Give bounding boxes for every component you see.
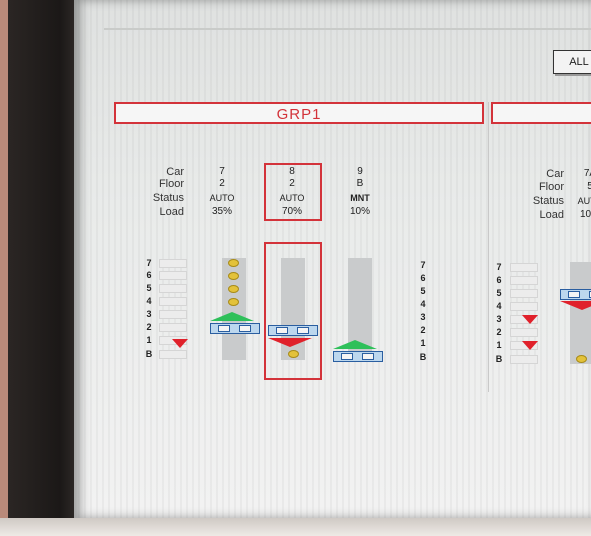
label-floor: Floor <box>158 178 184 190</box>
car-call-indicator <box>228 259 239 267</box>
floor-label: B <box>145 349 153 359</box>
label-load: Load <box>159 206 184 218</box>
elevator-monitor-screen: ALL GRP1 Car Floor Status Load 7 2 AUTO … <box>74 0 591 518</box>
floor-label: 6 <box>496 275 502 285</box>
floor-label: B <box>495 354 503 364</box>
floor-label: 1 <box>146 335 152 345</box>
label-car: Car <box>166 166 184 178</box>
group-divider <box>488 102 489 392</box>
car-8-status: AUTO <box>279 193 305 203</box>
floor-label: 2 <box>146 322 152 332</box>
car-call-indicator <box>228 272 239 280</box>
floor-label: 7 <box>146 258 152 268</box>
group-header-next[interactable] <box>491 102 591 124</box>
car-7-floor: 2 <box>219 178 225 189</box>
elevator-car-7[interactable] <box>210 323 260 334</box>
floor-label: 1 <box>420 338 426 348</box>
elevator-car-7a[interactable] <box>560 289 591 300</box>
car-7-status: AUTO <box>209 193 235 203</box>
top-divider <box>104 28 591 30</box>
all-button[interactable]: ALL <box>553 50 591 74</box>
group-header-grp1[interactable]: GRP1 <box>114 102 484 124</box>
floor-label: 5 <box>146 283 152 293</box>
car-7-load: 35% <box>211 206 232 217</box>
right-car-floor: 5 <box>587 181 591 192</box>
down-direction-arrow <box>268 338 312 347</box>
car-8-id: 8 <box>289 166 295 177</box>
right-car-status: AUTO <box>577 196 591 206</box>
right-car-load: 10% <box>579 209 591 220</box>
floor-label: 5 <box>496 288 502 298</box>
hall-call-down-arrow <box>522 315 538 324</box>
up-direction-arrow <box>333 340 377 349</box>
car-9-id: 9 <box>357 166 363 177</box>
car-8-load: 70% <box>281 206 302 217</box>
floor-label: 4 <box>496 301 502 311</box>
floor-label: B <box>419 352 427 362</box>
monitor-bottom-frame <box>0 518 591 536</box>
hall-call-down-arrow <box>172 339 188 348</box>
floor-label: 5 <box>420 286 426 296</box>
floor-label: 2 <box>496 327 502 337</box>
floor-label: 3 <box>420 312 426 322</box>
group-label: GRP1 <box>276 106 322 123</box>
down-direction-arrow <box>560 301 591 310</box>
hall-call-down-arrow <box>522 341 538 350</box>
floor-label: 4 <box>420 299 426 309</box>
car-8-floor: 2 <box>289 178 295 189</box>
floor-label: 4 <box>146 296 152 306</box>
car-call-indicator <box>288 350 299 358</box>
car-call-indicator <box>228 285 239 293</box>
elevator-car-9[interactable] <box>333 351 383 362</box>
shaft-car-7a <box>570 262 591 364</box>
car-7-id: 7 <box>219 166 225 177</box>
floor-label: 2 <box>420 325 426 335</box>
car-call-indicator <box>228 298 239 306</box>
label-status: Status <box>152 192 184 204</box>
car-9-status: MNT <box>350 193 370 203</box>
floor-label: 6 <box>146 270 152 280</box>
car-call-indicator <box>576 355 587 363</box>
floor-label: 3 <box>146 309 152 319</box>
floor-label: 7 <box>420 260 426 270</box>
car-9-floor: B <box>356 178 364 189</box>
floor-label: 1 <box>496 340 502 350</box>
floor-label: 7 <box>496 262 502 272</box>
right-car-id: 7A <box>583 168 591 179</box>
up-direction-arrow <box>210 312 254 321</box>
car-9-load: 10% <box>349 206 370 217</box>
elevator-car-8[interactable] <box>268 325 318 336</box>
floor-label: 3 <box>496 314 502 324</box>
floor-label: 6 <box>420 273 426 283</box>
